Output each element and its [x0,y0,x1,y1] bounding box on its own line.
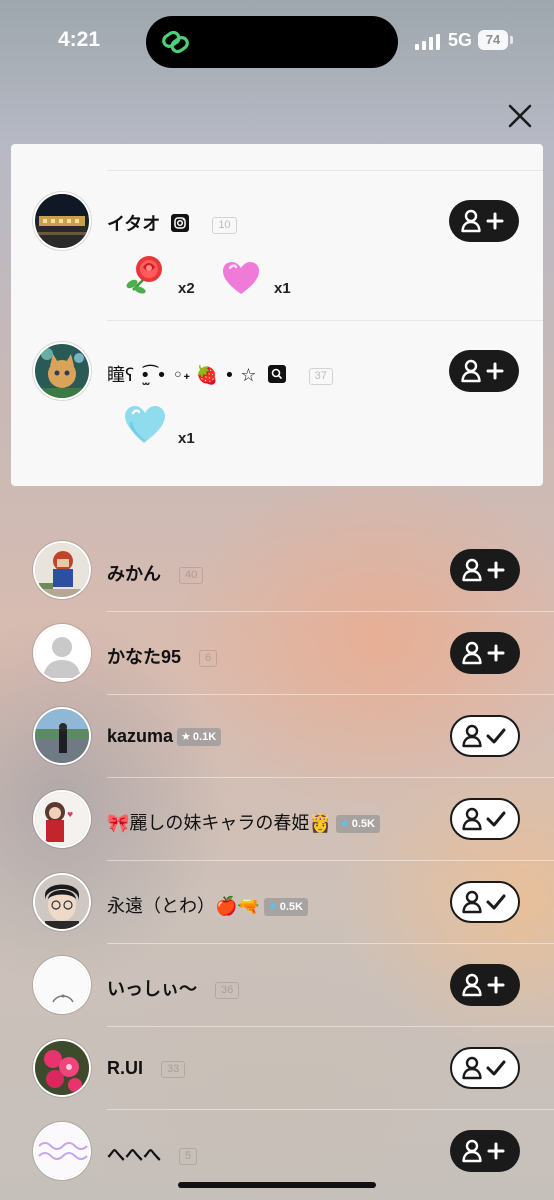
viewer-name: kazuma ★ 0.1K [107,726,222,747]
avatar[interactable] [35,1124,89,1178]
row-divider [107,777,554,778]
user-check-icon [462,890,506,914]
follow-button[interactable] [450,964,520,1006]
follow-button[interactable] [450,632,520,674]
panel-divider [107,320,543,321]
row-divider [107,860,554,861]
panel-divider [107,170,543,171]
user-check-icon [462,724,506,748]
viewer-name: R.UI 33 [107,1058,186,1079]
viewer-name: みかん 40 [107,560,204,586]
gift-count: x2 [178,280,195,297]
rose-icon [126,256,162,294]
avatar[interactable] [35,958,89,1012]
add-user-icon [462,558,505,582]
level-badge: 36 [215,981,240,999]
battery-cap [510,36,513,44]
avatar[interactable] [35,709,89,763]
search-badge-icon [267,365,286,383]
viewer-name: かなた95 6 [107,643,218,669]
viewer-name: いっしぃ〜 36 [107,975,240,1001]
gifter-name: イタオ 10 [107,210,237,236]
instagram-icon [171,214,190,232]
gifter-name: 瞳ʕ •̫͡ • ◦˖ 🍓 • ☆ 37 [107,361,333,387]
add-user-icon [462,641,505,665]
add-user-icon [462,973,505,997]
svg-text:♥: ♥ [67,811,73,819]
user-check-icon [462,1056,506,1080]
following-button[interactable] [450,1047,520,1089]
blue-heart-icon [125,406,165,444]
level-badge: 10 [212,216,237,234]
gift-count: x1 [178,430,195,447]
row-divider [107,943,554,944]
avatar[interactable] [35,1041,89,1095]
status-time: 4:21 [58,28,101,51]
level-badge: 6 [199,649,218,667]
network-type: 5G [448,30,473,50]
viewer-name: へへへ 5 [107,1141,198,1167]
star-badge: ★ 0.5K [335,815,380,834]
avatar[interactable] [35,626,89,680]
star-icon: ★ [339,818,350,831]
row-divider [107,1026,554,1027]
avatar[interactable] [35,344,89,398]
user-check-icon [462,807,506,831]
row-divider [107,611,554,612]
gift-count: x1 [274,280,291,297]
row-divider [107,694,554,695]
follow-button[interactable] [450,549,520,591]
add-user-icon [462,1139,505,1163]
star-icon: ★ [181,731,191,744]
add-user-icon [461,359,504,383]
level-badge: 37 [308,367,333,385]
close-icon[interactable] [500,96,540,136]
star-icon: ★ [267,901,278,914]
dynamic-island [146,16,398,68]
battery-icon: 74 [478,30,508,50]
viewer-name: 🎀麗しの妹キャラの春姫👸 ★ 0.5K [107,809,380,835]
avatar[interactable]: ♥ [35,792,89,846]
follow-button[interactable] [450,1130,520,1172]
following-button[interactable] [450,715,520,757]
gifters-panel: イタオ 10 x2 x1 瞳ʕ •̫͡ • ◦˖ 🍓 • ☆ 37 x1 [11,144,543,486]
following-button[interactable] [450,798,520,840]
row-divider [107,1109,554,1110]
follow-button[interactable] [449,200,519,242]
home-indicator[interactable] [178,1182,376,1188]
level-badge: 5 [179,1147,198,1165]
pink-heart-icon [223,262,259,294]
status-bar: 4:21 5G 74 [0,0,554,86]
level-badge: 40 [179,566,204,584]
follow-button[interactable] [449,350,519,392]
following-button[interactable] [450,881,520,923]
star-badge: ★ 0.5K [263,898,308,917]
avatar[interactable] [35,543,89,597]
signal-icon [415,34,440,50]
avatar[interactable] [35,875,89,929]
add-user-icon [461,209,504,233]
level-badge: 33 [161,1060,186,1078]
viewer-name: 永遠（とわ）🍎🔫 ★ 0.5K [107,892,308,918]
star-badge: ★ 0.1K [177,728,222,747]
link-icon [162,30,189,54]
avatar[interactable] [35,194,89,248]
